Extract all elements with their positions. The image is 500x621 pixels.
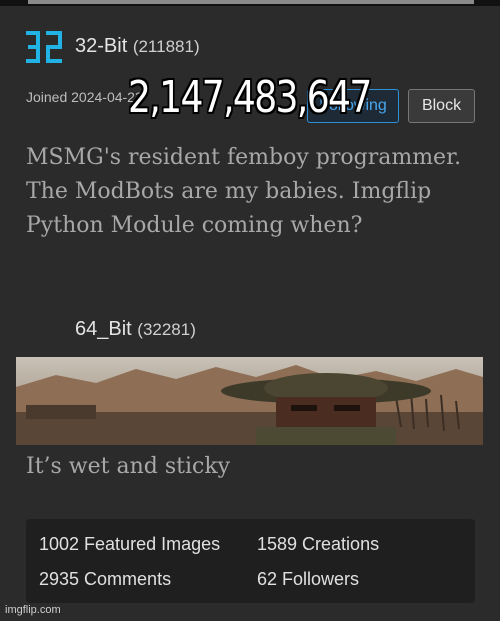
meme-image[interactable]: [16, 357, 483, 445]
top-bar: [0, 0, 500, 6]
top-divider: [28, 0, 474, 4]
comments-stat[interactable]: 2935 Comments: [39, 569, 171, 590]
joined-date: Joined 2024-04-23: [26, 89, 143, 105]
submission-username[interactable]: 64_Bit: [75, 318, 132, 340]
watermark: imgflip.com: [5, 604, 61, 616]
profile-bio: MSMG's resident femboy programmer. The M…: [26, 145, 462, 238]
block-button[interactable]: Block: [408, 89, 475, 123]
overlay-number: 2,147,483,647: [128, 72, 372, 123]
profile-username[interactable]: 32-Bit (211881): [75, 35, 200, 58]
submission-points: (32281): [137, 320, 196, 339]
avatar-icon[interactable]: [26, 31, 62, 63]
submission-user[interactable]: 64_Bit (32281): [75, 318, 196, 341]
user-points: (211881): [132, 37, 200, 56]
featured-images-stat[interactable]: 1002 Featured Images: [39, 534, 220, 555]
username-text[interactable]: 32-Bit: [75, 35, 127, 57]
followers-stat[interactable]: 62 Followers: [257, 569, 359, 590]
creations-stat[interactable]: 1589 Creations: [257, 534, 379, 555]
stats-panel: 1002 Featured Images 1589 Creations 2935…: [26, 519, 475, 603]
meme-caption: It’s wet and sticky: [26, 454, 231, 479]
